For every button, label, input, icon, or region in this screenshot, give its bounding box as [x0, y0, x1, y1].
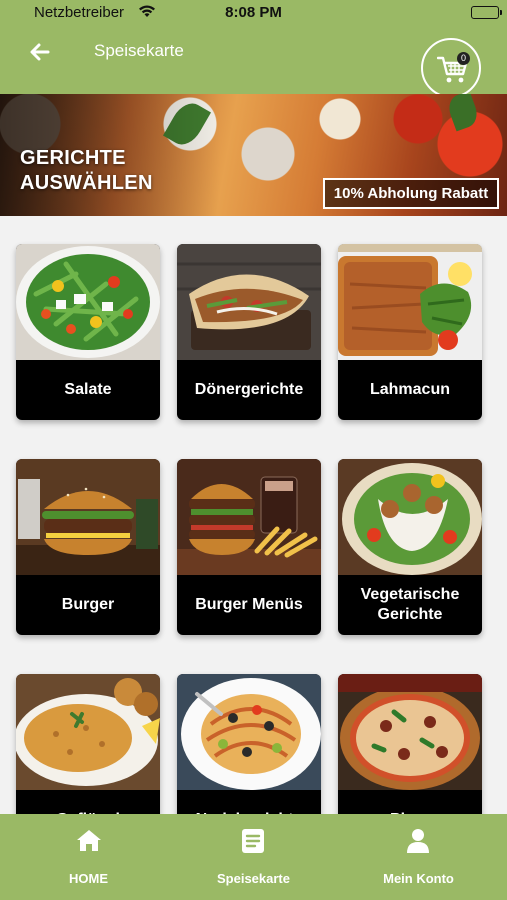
- promo-banner: GERICHTE AUSWÄHLEN 10% Abholung Rabatt: [0, 94, 507, 216]
- category-label: Vegetarische Gerichte: [360, 586, 460, 623]
- category-label: Burger Menüs: [195, 596, 303, 613]
- cart-button[interactable]: 0: [421, 38, 481, 98]
- category-card-burger[interactable]: Burger: [16, 459, 160, 635]
- category-label: Pizza: [338, 790, 482, 814]
- category-card-doenergerichte[interactable]: Dönergerichte: [177, 244, 321, 420]
- poultry-image: [16, 674, 160, 790]
- clock: 8:08 PM: [225, 4, 282, 21]
- category-card-nudelgerichte[interactable]: Nudelgerichte: [177, 674, 321, 814]
- pasta-image: [177, 674, 321, 790]
- bottom-navigation: HOME Speisekarte Mein Konto: [0, 814, 507, 900]
- category-label: Dönergerichte: [194, 381, 304, 398]
- cart-count-badge: 0: [457, 52, 470, 65]
- nav-mein-konto[interactable]: Mein Konto: [334, 814, 503, 900]
- category-label: Geflügel: [16, 790, 160, 814]
- nav-home[interactable]: HOME: [4, 814, 173, 900]
- burger-image: [16, 459, 160, 575]
- category-card-salate[interactable]: Salate: [16, 244, 160, 420]
- nav-label: Mein Konto: [383, 871, 454, 886]
- pizza-image: [338, 674, 482, 790]
- status-bar: Netzbetreiber 8:08 PM: [0, 0, 507, 26]
- menu-document-icon: [242, 829, 264, 853]
- category-card-burger-menues[interactable]: Burger Menüs: [177, 459, 321, 635]
- category-card-gefluegel[interactable]: Geflügel: [16, 674, 160, 814]
- discount-badge: 10% Abholung Rabatt: [323, 178, 499, 209]
- page-title: Speisekarte: [94, 41, 184, 60]
- person-icon: [407, 829, 429, 853]
- burger-menu-image: [177, 459, 321, 575]
- category-grid: Salate Dönergerichte Lahmacun Burger Bur…: [0, 216, 507, 814]
- doener-image: [177, 244, 321, 360]
- battery-icon: [471, 6, 502, 19]
- category-card-pizza[interactable]: Pizza: [338, 674, 482, 814]
- nav-label: Speisekarte: [217, 871, 290, 886]
- category-label: Burger: [61, 596, 115, 613]
- home-icon: [77, 830, 101, 851]
- lahmacun-image: [338, 244, 482, 360]
- salad-image: [16, 244, 160, 360]
- category-label: Lahmacun: [369, 381, 450, 398]
- nav-label: HOME: [69, 871, 108, 886]
- nav-speisekarte[interactable]: Speisekarte: [169, 814, 338, 900]
- category-label: Nudelgerichte: [177, 790, 321, 814]
- category-label: Salate: [64, 381, 112, 398]
- back-arrow-icon[interactable]: [26, 38, 54, 66]
- banner-headline: GERICHTE AUSWÄHLEN: [20, 147, 153, 194]
- vegetarian-image: [338, 459, 482, 575]
- category-card-lahmacun[interactable]: Lahmacun: [338, 244, 482, 420]
- category-card-vegetarische-gerichte[interactable]: Vegetarische Gerichte: [338, 459, 482, 635]
